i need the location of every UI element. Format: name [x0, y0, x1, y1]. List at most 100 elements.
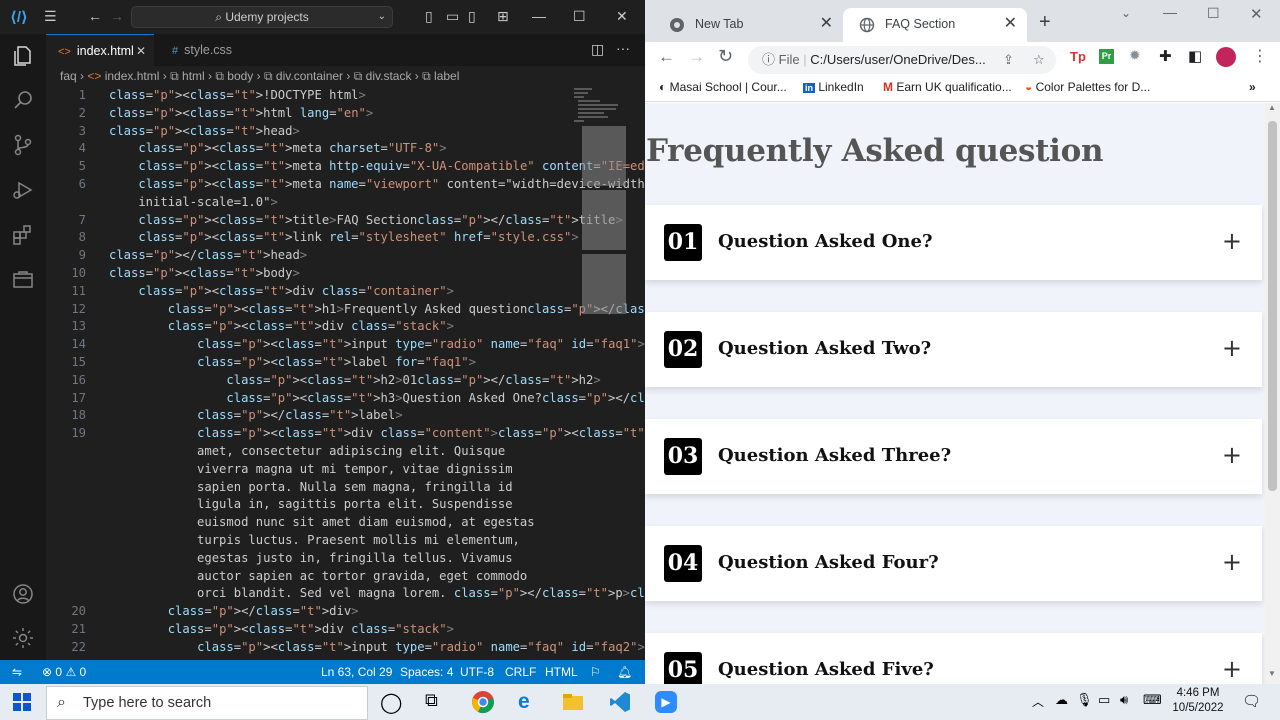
- code-line[interactable]: class="p"><class="t">div class="stack">: [109, 622, 454, 636]
- bookmark-masai[interactable]: ◐ Masai School | Cour...: [659, 74, 787, 100]
- settings-gear-icon[interactable]: [11, 626, 35, 650]
- browser-tab-faq-section[interactable]: FAQ Section ✕: [843, 8, 1027, 42]
- maximize-icon[interactable]: ☐: [573, 8, 586, 25]
- code-line[interactable]: class="p"><class="t">html lang="en">: [109, 106, 373, 120]
- line-ending[interactable]: CRLF: [505, 660, 536, 684]
- code-line[interactable]: class="p"><class="t">title>FAQ Sectioncl…: [109, 213, 622, 227]
- tab-index-html[interactable]: <> index.html ✕: [46, 34, 154, 66]
- code-line[interactable]: egestas justo in, fringilla tellus. Viva…: [109, 551, 513, 565]
- onedrive-cloud-icon[interactable]: ☁: [1055, 692, 1068, 708]
- problems-indicator[interactable]: ⊗ 0 ⚠ 0: [42, 660, 86, 684]
- reload-icon[interactable]: ↻: [718, 46, 733, 67]
- code-line[interactable]: class="p"><class="t">input type="radio" …: [109, 337, 645, 351]
- faq-question[interactable]: Question Asked Three?: [718, 445, 951, 466]
- task-view-icon[interactable]: ⧉: [425, 690, 449, 714]
- notification-center-icon[interactable]: 🗨︎: [1242, 692, 1261, 710]
- file-explorer-icon[interactable]: [561, 690, 585, 714]
- code-line[interactable]: class="p"><class="t">div class="content"…: [109, 426, 645, 440]
- cortana-icon[interactable]: ◯: [380, 690, 404, 714]
- code-line[interactable]: class="p"><class="t">!DOCTYPE html>: [109, 88, 366, 102]
- breadcrumb-item[interactable]: index.html: [105, 69, 160, 83]
- breadcrumb-item[interactable]: div.stack: [366, 69, 412, 83]
- code-line[interactable]: ligula in, sagittis porta elit. Suspendi…: [109, 497, 513, 511]
- expand-plus-icon[interactable]: +: [1222, 229, 1242, 253]
- extension-icon[interactable]: Tp: [1070, 49, 1086, 64]
- language-mode[interactable]: HTML: [545, 660, 578, 684]
- faq-question[interactable]: Question Asked One?: [718, 231, 933, 252]
- code-editor[interactable]: 1 class="p"><class="t">!DOCTYPE html> 2 cla…: [46, 86, 645, 660]
- bookmark-gmail[interactable]: M Earn UK qualificatio...: [883, 74, 1012, 100]
- forward-arrow-icon[interactable]: →: [110, 8, 124, 24]
- indentation[interactable]: Spaces: 4: [400, 660, 453, 684]
- address-bar[interactable]: ⓘ File | C:/Users/user/OneDrive/Des... ⇪…: [748, 46, 1056, 74]
- edge-icon[interactable]: e: [518, 690, 542, 714]
- minimap[interactable]: [572, 86, 630, 336]
- code-line[interactable]: class="p"><class="t">h3>Question Asked O…: [109, 391, 645, 405]
- extensions-icon[interactable]: [11, 223, 35, 247]
- close-icon[interactable]: ✕: [1250, 5, 1263, 23]
- code-line[interactable]: class="p"><class="t">head>: [109, 124, 300, 138]
- code-line[interactable]: orci blandit. Sed vel magna lorem. class…: [109, 586, 645, 600]
- faq-item[interactable]: 04 Question Asked Four? +: [645, 526, 1262, 601]
- code-line[interactable]: class="p"><class="t">div class="stack">: [109, 319, 454, 333]
- code-line[interactable]: class="p"><class="t">meta name="viewport…: [109, 177, 645, 191]
- tab-close-icon[interactable]: ✕: [136, 35, 146, 67]
- code-line[interactable]: viverra magna ut mi tempor, vitae dignis…: [109, 462, 513, 476]
- search-icon[interactable]: [11, 88, 35, 112]
- command-center-search[interactable]: ⌕ Udemy projects ⌄: [131, 6, 393, 28]
- minimize-icon[interactable]: —: [1163, 4, 1177, 20]
- feedback-icon[interactable]: ⚐: [590, 660, 601, 684]
- notifications-bell-icon[interactable]: 🔔︎: [617, 660, 632, 684]
- code-line[interactable]: class="p"><class="t">body>: [109, 266, 300, 280]
- accounts-icon[interactable]: [11, 582, 35, 606]
- side-panel-icon[interactable]: ◧: [1188, 47, 1202, 65]
- code-line[interactable]: class="p"><class="t">div class="containe…: [109, 284, 454, 298]
- breadcrumb-item[interactable]: body: [227, 69, 253, 83]
- toggle-secondary-sidebar-icon[interactable]: ▯: [468, 8, 476, 25]
- toggle-sidebar-icon[interactable]: ▯: [425, 8, 433, 25]
- faq-question[interactable]: Question Asked Five?: [718, 659, 934, 680]
- close-icon[interactable]: ✕: [616, 8, 628, 25]
- faq-question[interactable]: Question Asked Four?: [718, 552, 939, 573]
- code-line[interactable]: initial-scale=1.0">: [109, 195, 277, 209]
- expand-plus-icon[interactable]: +: [1222, 443, 1242, 467]
- breadcrumb-item[interactable]: div.container: [276, 69, 343, 83]
- expand-plus-icon[interactable]: +: [1222, 657, 1242, 681]
- new-tab-plus-icon[interactable]: +: [1039, 11, 1051, 34]
- bookmark-color-palettes[interactable]: ◒ Color Palettes for D...: [1025, 74, 1150, 100]
- code-line[interactable]: class="p"><class="t">h1>Frequently Asked…: [109, 302, 645, 316]
- code-line[interactable]: class="p"></class="t">div>: [109, 604, 359, 618]
- menu-icon[interactable]: ☰: [44, 8, 57, 25]
- bookmark-star-icon[interactable]: ☆: [1033, 46, 1045, 74]
- breadcrumb-item[interactable]: faq: [60, 69, 77, 83]
- remote-explorer-icon[interactable]: [11, 268, 35, 292]
- extension-icon[interactable]: Pr: [1099, 49, 1114, 64]
- maximize-icon[interactable]: ☐: [1207, 5, 1220, 22]
- page-scrollbar[interactable]: ▲ ▼: [1265, 103, 1280, 684]
- code-line[interactable]: class="p"><class="t">meta http-equiv="X-…: [109, 159, 645, 173]
- bookmark-linkedin[interactable]: in LinkedIn: [803, 74, 864, 101]
- code-line[interactable]: sapien porta. Nulla sem magna, fringilla…: [109, 480, 513, 494]
- zoom-icon[interactable]: ▶: [655, 691, 677, 713]
- scroll-up-icon[interactable]: ▲: [1268, 103, 1276, 112]
- cursor-position[interactable]: Ln 63, Col 29: [321, 660, 392, 684]
- code-line[interactable]: class="p"></class="t">label>: [109, 408, 402, 422]
- share-icon[interactable]: ⇪: [1003, 46, 1014, 74]
- toggle-panel-icon[interactable]: ▭: [446, 8, 459, 25]
- forward-arrow-icon[interactable]: →: [688, 47, 705, 67]
- back-arrow-icon[interactable]: ←: [88, 8, 102, 24]
- extension-icon[interactable]: ✹: [1129, 47, 1141, 64]
- remote-icon[interactable]: ⇋: [12, 660, 22, 684]
- code-line[interactable]: turpis luctus. Praesent mollis mi elemen…: [109, 533, 520, 547]
- show-hidden-icons-chevron-icon[interactable]: ︿: [1032, 693, 1044, 710]
- tab-style-css[interactable]: # style.css: [160, 34, 260, 66]
- volume-icon[interactable]: 🔊︎: [1120, 692, 1128, 708]
- more-bookmarks-icon[interactable]: »: [1249, 74, 1256, 100]
- source-control-icon[interactable]: [11, 133, 35, 157]
- scrollbar-thumb[interactable]: [1268, 121, 1277, 491]
- chrome-icon[interactable]: [471, 690, 495, 714]
- avatar[interactable]: [1216, 47, 1236, 67]
- code-line[interactable]: amet, consectetur adipiscing elit. Quisq…: [109, 444, 505, 458]
- split-editor-icon[interactable]: ◫: [591, 41, 604, 58]
- microphone-icon[interactable]: 🎙︎: [1076, 692, 1093, 708]
